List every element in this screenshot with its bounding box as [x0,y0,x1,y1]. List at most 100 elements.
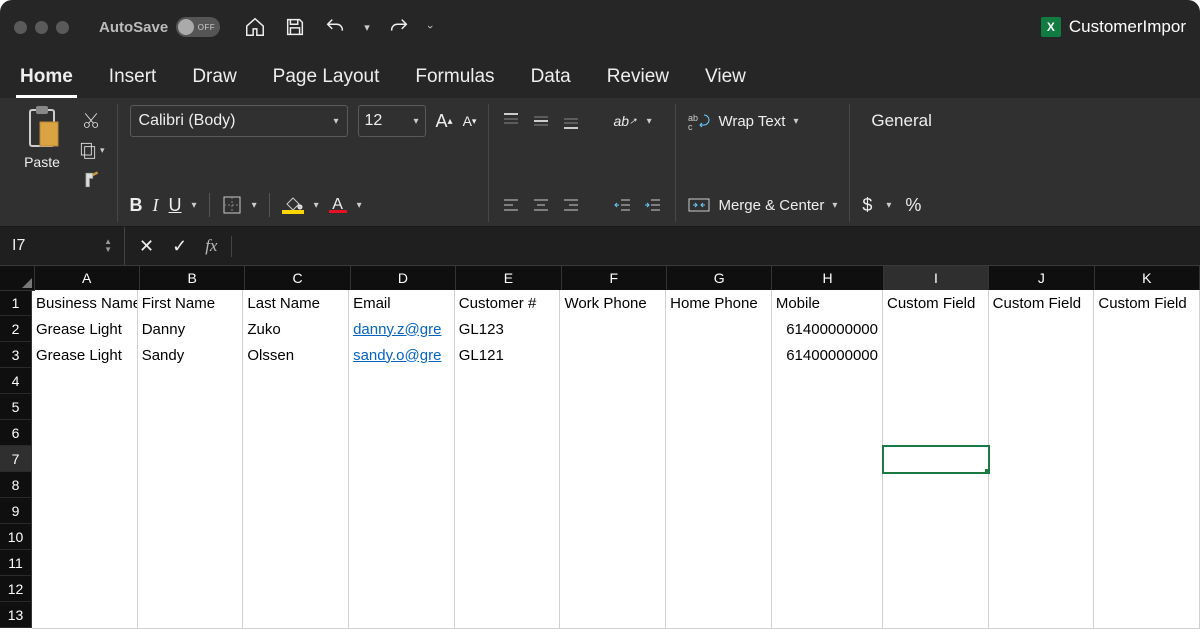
cell-F3[interactable] [560,342,666,369]
cell-K8[interactable] [1094,472,1200,499]
column-header-I[interactable]: I [884,266,989,290]
italic-button[interactable]: I [153,195,159,216]
cell-H5[interactable] [772,394,883,421]
tab-review[interactable]: Review [603,60,673,98]
cell-F9[interactable] [560,498,666,525]
tab-data[interactable]: Data [527,60,575,98]
cell-E11[interactable] [455,550,561,577]
borders-button[interactable] [222,195,242,215]
cell-K13[interactable] [1094,602,1200,629]
cell-B5[interactable] [138,394,244,421]
align-right-icon[interactable] [561,195,581,215]
cell-K12[interactable] [1094,576,1200,603]
cell-A12[interactable] [32,576,138,603]
cell-D10[interactable] [349,524,455,551]
cell-K2[interactable] [1094,316,1200,343]
row-header-9[interactable]: 9 [0,498,32,524]
cell-K1[interactable]: Custom Field [1094,290,1200,317]
cell-I10[interactable] [883,524,989,551]
cell-K10[interactable] [1094,524,1200,551]
cell-A10[interactable] [32,524,138,551]
cell-B2[interactable]: Danny [138,316,244,343]
cell-C8[interactable] [243,472,349,499]
row-header-3[interactable]: 3 [0,342,32,368]
cell-C3[interactable]: Olssen [243,342,349,369]
cell-C9[interactable] [243,498,349,525]
cell-C13[interactable] [243,602,349,629]
column-header-K[interactable]: K [1095,266,1200,290]
customize-qat-icon[interactable]: › [424,25,436,29]
formula-input[interactable] [232,227,1200,265]
cell-C2[interactable]: Zuko [243,316,349,343]
cell-A6[interactable] [32,420,138,447]
cell-C12[interactable] [243,576,349,603]
cell-B1[interactable]: First Name [138,290,244,317]
cell-C10[interactable] [243,524,349,551]
cell-D5[interactable] [349,394,455,421]
column-header-A[interactable]: A [35,266,140,290]
cell-A2[interactable]: Grease Light [32,316,138,343]
cell-E1[interactable]: Customer # [455,290,561,317]
cell-D3[interactable]: sandy.o@gre [349,342,455,369]
cell-G8[interactable] [666,472,772,499]
cell-A11[interactable] [32,550,138,577]
cell-H10[interactable] [772,524,883,551]
cell-D4[interactable] [349,368,455,395]
cell-G9[interactable] [666,498,772,525]
cell-F7[interactable] [560,446,666,473]
align-middle-icon[interactable] [531,111,551,131]
enter-icon[interactable]: ✓ [172,236,187,257]
minimize-window-button[interactable] [35,21,48,34]
cell-J12[interactable] [989,576,1095,603]
font-size-dropdown[interactable]: 12 ▾ [358,105,426,137]
cell-D13[interactable] [349,602,455,629]
cell-I8[interactable] [883,472,989,499]
cell-J6[interactable] [989,420,1095,447]
row-header-2[interactable]: 2 [0,316,32,342]
cell-A7[interactable] [32,446,138,473]
cell-I4[interactable] [883,368,989,395]
bold-button[interactable]: B [130,195,143,216]
decrease-font-icon[interactable]: A▾ [463,113,477,129]
cell-F8[interactable] [560,472,666,499]
orientation-icon[interactable]: ab↗ [613,113,636,129]
row-header-7[interactable]: 7 [0,446,32,472]
tab-insert[interactable]: Insert [105,60,161,98]
cell-A13[interactable] [32,602,138,629]
row-header-4[interactable]: 4 [0,368,32,394]
chevron-down-icon[interactable]: ▾ [886,200,891,211]
column-header-E[interactable]: E [456,266,561,290]
cell-H1[interactable]: Mobile [772,290,883,317]
row-header-1[interactable]: 1 [0,290,32,316]
cell-G11[interactable] [666,550,772,577]
align-top-icon[interactable] [501,111,521,131]
cell-I13[interactable] [883,602,989,629]
cell-I7[interactable] [883,446,989,473]
column-header-B[interactable]: B [140,266,245,290]
cell-F5[interactable] [560,394,666,421]
cell-I12[interactable] [883,576,989,603]
cell-G6[interactable] [666,420,772,447]
row-header-10[interactable]: 10 [0,524,32,550]
chevron-down-icon[interactable]: ▾ [647,116,652,127]
cell-G2[interactable] [666,316,772,343]
select-all-corner[interactable] [0,266,35,291]
cell-K6[interactable] [1094,420,1200,447]
cell-G3[interactable] [666,342,772,369]
fx-icon[interactable]: fx [205,236,217,256]
column-header-F[interactable]: F [562,266,667,290]
format-painter-icon[interactable] [78,170,105,190]
cell-D7[interactable] [349,446,455,473]
cell-H7[interactable] [772,446,883,473]
cell-H12[interactable] [772,576,883,603]
namebox-spinner[interactable]: ▲▼ [104,238,112,254]
cell-C5[interactable] [243,394,349,421]
cell-F1[interactable]: Work Phone [560,290,666,317]
cell-B11[interactable] [138,550,244,577]
cell-J3[interactable] [989,342,1095,369]
save-icon[interactable] [284,16,306,38]
tab-formulas[interactable]: Formulas [411,60,498,98]
cell-G12[interactable] [666,576,772,603]
align-left-icon[interactable] [501,195,521,215]
wrap-text-button[interactable]: abc Wrap Text ▾ [688,104,837,138]
